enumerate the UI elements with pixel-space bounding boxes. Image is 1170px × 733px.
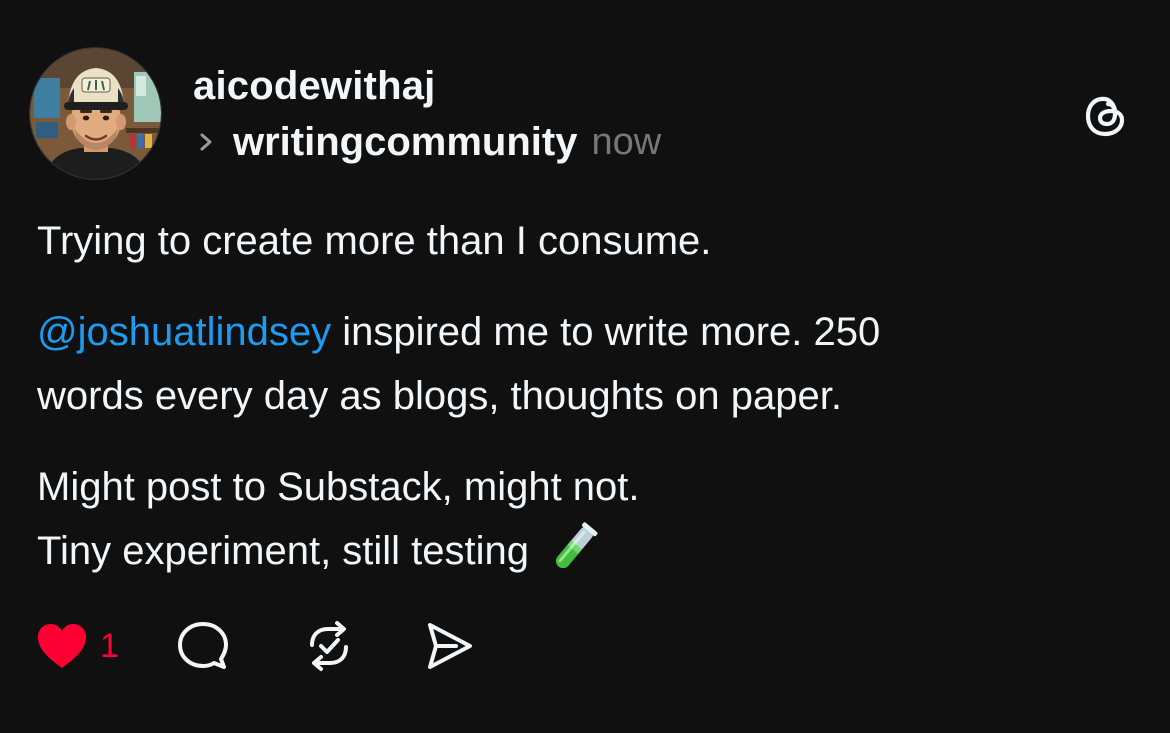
repost-icon [309, 621, 348, 671]
repost-button[interactable] [302, 619, 356, 673]
post-paragraph-2: @joshuatlindsey inspired me to write mor… [37, 300, 1137, 428]
comment-icon [177, 622, 228, 669]
test-tube-icon [556, 522, 598, 569]
community-row: writingcommunity now [193, 117, 661, 167]
heart-icon [38, 624, 86, 668]
like-count: 1 [100, 626, 119, 665]
post-paragraph-1: Trying to create more than I consume. [37, 209, 1137, 273]
action-bar: 1 [34, 618, 476, 674]
mention-link[interactable]: @joshuatlindsey [37, 310, 331, 354]
threads-post: aicodewithaj writingcommunity now Trying… [0, 0, 1170, 733]
post-timestamp: now [591, 120, 662, 163]
chevron-right-icon [200, 133, 212, 151]
post-text-line-2-rest: inspired me to write more. 250 [331, 310, 881, 354]
author-username[interactable]: aicodewithaj [193, 64, 435, 109]
avatar[interactable] [30, 48, 161, 179]
community-link[interactable]: writingcommunity [233, 120, 577, 165]
post-text-line-3: words every day as blogs, thoughts on pa… [37, 374, 842, 418]
avatar-image [30, 48, 161, 179]
post-text-line-2: @joshuatlindsey inspired me to write mor… [37, 300, 1137, 364]
post-text-line-4: Might post to Substack, might not. [37, 465, 640, 509]
post-paragraph-3: Might post to Substack, might not. Tiny … [37, 455, 1137, 583]
share-button[interactable] [422, 619, 476, 673]
post-text-line-1: Trying to create more than I consume. [37, 219, 712, 263]
post-text-line-5-container: Tiny experiment, still testing [37, 519, 1137, 583]
send-icon [427, 623, 472, 669]
post-text-line-5: Tiny experiment, still testing [37, 529, 541, 573]
reply-button[interactable] [176, 619, 230, 673]
like-button[interactable]: 1 [34, 620, 119, 672]
threads-logo-icon [1085, 96, 1125, 137]
